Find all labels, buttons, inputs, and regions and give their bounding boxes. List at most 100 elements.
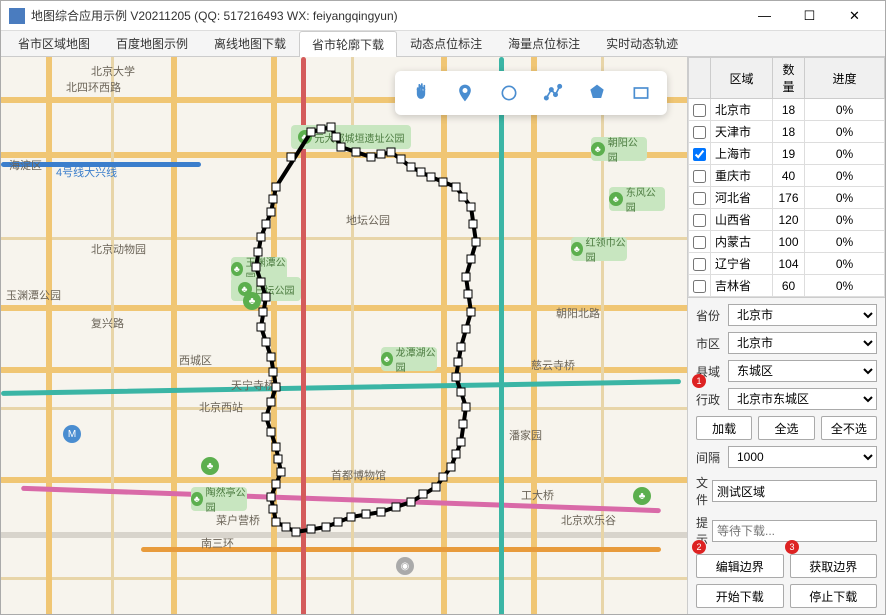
row-progress: 0% [805, 121, 885, 143]
minimize-button[interactable]: — [742, 2, 787, 30]
tool-hand[interactable] [401, 77, 441, 109]
col-count: 数量 [773, 58, 805, 99]
title-bar: 地图综合应用示例 V20211205 (QQ: 517216493 WX: fe… [1, 1, 885, 31]
close-button[interactable]: ✕ [832, 2, 877, 30]
row-count: 120 [773, 209, 805, 231]
app-window: 地图综合应用示例 V20211205 (QQ: 517216493 WX: fe… [0, 0, 886, 615]
row-checkbox[interactable] [693, 258, 706, 271]
badge-3: 3 [785, 540, 799, 554]
file-label: 文件 [696, 474, 708, 508]
row-checkbox[interactable] [693, 104, 706, 117]
tab-2[interactable]: 离线地图下载 [201, 30, 299, 56]
row-region: 内蒙古 [711, 231, 773, 253]
get-boundary-button[interactable]: 获取边界 [790, 554, 878, 578]
app-icon [9, 8, 25, 24]
row-checkbox[interactable] [693, 280, 706, 293]
badge-2: 2 [692, 540, 706, 554]
row-region: 山西省 [711, 209, 773, 231]
select-none-button[interactable]: 全不选 [821, 416, 877, 440]
province-select[interactable]: 北京市 [728, 304, 877, 326]
table-row[interactable]: 吉林省600% [689, 275, 885, 297]
row-progress: 0% [805, 209, 885, 231]
table-row[interactable]: 内蒙古1000% [689, 231, 885, 253]
county-select[interactable]: 东城区 [728, 360, 877, 382]
tab-3[interactable]: 省市轮廓下载 [299, 31, 397, 57]
row-progress: 0% [805, 99, 885, 121]
row-region: 上海市 [711, 143, 773, 165]
row-checkbox[interactable] [693, 236, 706, 249]
row-count: 176 [773, 187, 805, 209]
row-progress: 0% [805, 187, 885, 209]
province-label: 省份 [696, 307, 724, 324]
table-row[interactable]: 北京市180% [689, 99, 885, 121]
row-count: 40 [773, 165, 805, 187]
table-row[interactable]: 河北省1760% [689, 187, 885, 209]
row-region: 辽宁省 [711, 253, 773, 275]
row-count: 18 [773, 121, 805, 143]
badge-1: 1 [692, 374, 706, 388]
tab-1[interactable]: 百度地图示例 [103, 30, 201, 56]
row-progress: 0% [805, 275, 885, 297]
row-region: 吉林省 [711, 275, 773, 297]
row-progress: 0% [805, 253, 885, 275]
row-checkbox[interactable] [693, 148, 706, 161]
admin-select[interactable]: 北京市东城区 [728, 388, 877, 410]
row-count: 104 [773, 253, 805, 275]
table-row[interactable]: 天津市180% [689, 121, 885, 143]
tool-circle[interactable] [489, 77, 529, 109]
tab-bar: 省市区域地图百度地图示例离线地图下载省市轮廓下载动态点位标注海量点位标注实时动态… [1, 31, 885, 57]
select-all-button[interactable]: 全选 [758, 416, 814, 440]
tool-polyline[interactable] [533, 77, 573, 109]
city-label: 市区 [696, 335, 724, 352]
table-row[interactable]: 山西省1200% [689, 209, 885, 231]
content-area: ♣玉渊潭公园 ♣元大都城垣遗址公园 ♣龙潭湖公园 ♣陶然亭公园 ♣朝阳公园 ♣东… [1, 57, 885, 614]
map-toolbar [395, 71, 667, 115]
interval-select[interactable]: 1000 [728, 446, 877, 468]
tab-6[interactable]: 实时动态轨迹 [593, 30, 691, 56]
tool-rectangle[interactable] [621, 77, 661, 109]
row-region: 河北省 [711, 187, 773, 209]
row-checkbox[interactable] [693, 192, 706, 205]
row-checkbox[interactable] [693, 170, 706, 183]
tool-marker[interactable] [445, 77, 485, 109]
interval-label: 间隔 [696, 449, 724, 466]
file-input[interactable] [712, 480, 877, 502]
row-count: 100 [773, 231, 805, 253]
row-count: 60 [773, 275, 805, 297]
row-count: 18 [773, 99, 805, 121]
col-progress: 进度 [805, 58, 885, 99]
hint-input[interactable] [712, 520, 877, 542]
stop-download-button[interactable]: 停止下载 [790, 584, 878, 608]
window-title: 地图综合应用示例 V20211205 (QQ: 517216493 WX: fe… [31, 7, 742, 24]
control-form: 省份 北京市 市区 北京市 县域 东城区 1 行政 北京市东城区 加载 [688, 298, 885, 614]
row-region: 北京市 [711, 99, 773, 121]
row-progress: 0% [805, 143, 885, 165]
tab-5[interactable]: 海量点位标注 [495, 30, 593, 56]
row-checkbox[interactable] [693, 126, 706, 139]
table-row[interactable]: 辽宁省1040% [689, 253, 885, 275]
region-table[interactable]: 区域 数量 进度 北京市180%天津市180%上海市190%重庆市400%河北省… [688, 57, 885, 298]
city-select[interactable]: 北京市 [728, 332, 877, 354]
window-controls: — ☐ ✕ [742, 2, 877, 30]
row-progress: 0% [805, 165, 885, 187]
tool-polygon[interactable] [577, 77, 617, 109]
table-row[interactable]: 重庆市400% [689, 165, 885, 187]
row-region: 重庆市 [711, 165, 773, 187]
admin-label: 行政 [696, 391, 724, 408]
col-checkbox [689, 58, 711, 99]
load-button[interactable]: 加载 [696, 416, 752, 440]
maximize-button[interactable]: ☐ [787, 2, 832, 30]
row-count: 19 [773, 143, 805, 165]
boundary-overlay [1, 57, 681, 614]
tab-0[interactable]: 省市区域地图 [5, 30, 103, 56]
tab-4[interactable]: 动态点位标注 [397, 30, 495, 56]
table-row[interactable]: 上海市190% [689, 143, 885, 165]
col-region: 区域 [711, 58, 773, 99]
start-download-button[interactable]: 开始下载 [696, 584, 784, 608]
side-panel: 区域 数量 进度 北京市180%天津市180%上海市190%重庆市400%河北省… [687, 57, 885, 614]
row-checkbox[interactable] [693, 214, 706, 227]
row-progress: 0% [805, 231, 885, 253]
edit-boundary-button[interactable]: 编辑边界 [696, 554, 784, 578]
map-canvas[interactable]: ♣玉渊潭公园 ♣元大都城垣遗址公园 ♣龙潭湖公园 ♣陶然亭公园 ♣朝阳公园 ♣东… [1, 57, 687, 614]
row-region: 天津市 [711, 121, 773, 143]
